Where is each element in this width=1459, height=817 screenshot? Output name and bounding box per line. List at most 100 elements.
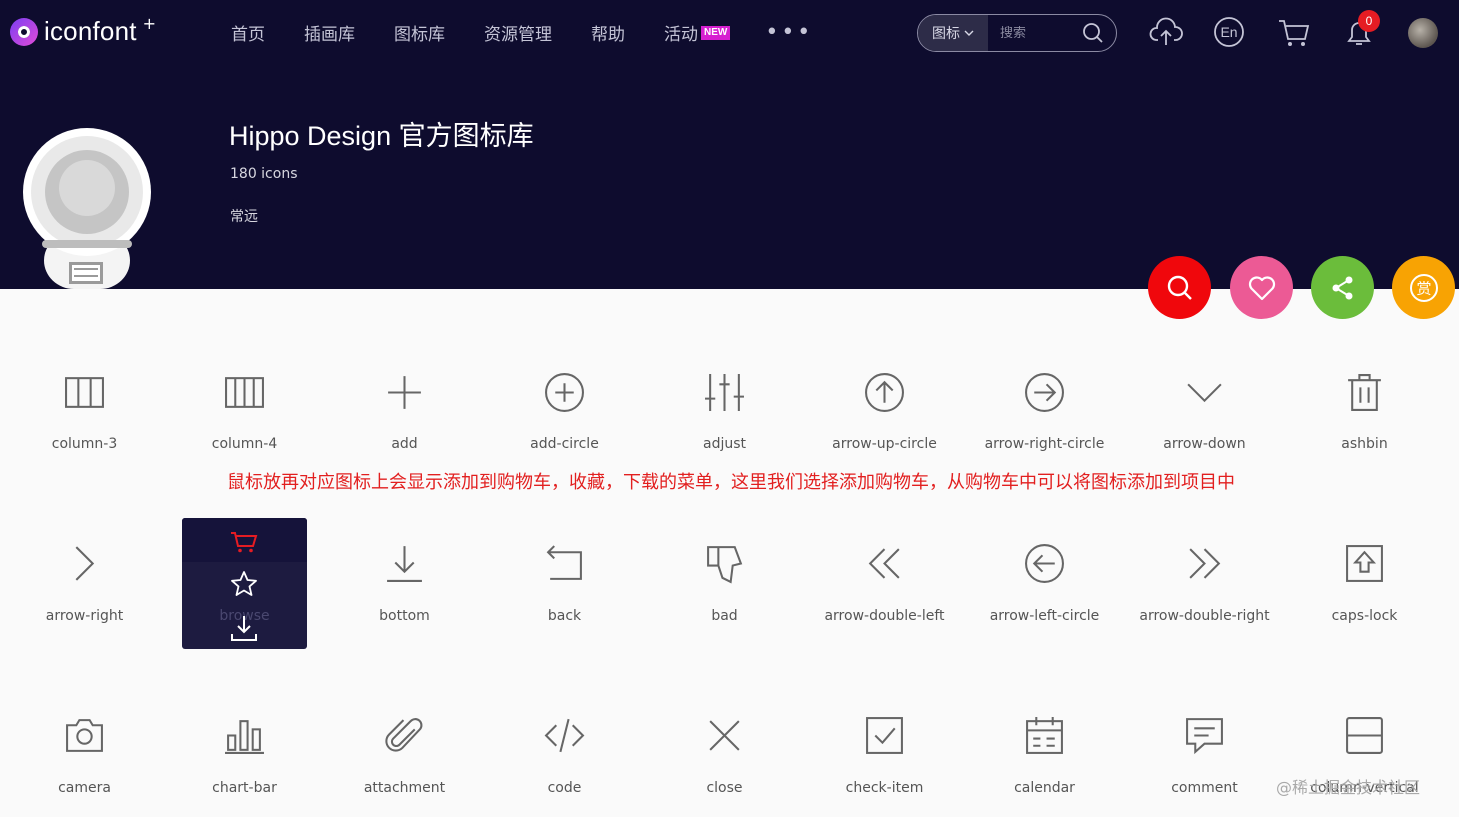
- icon-card-browse-hover[interactable]: browse: [182, 518, 307, 649]
- adjust-icon: [705, 374, 744, 411]
- search-icon[interactable]: [1082, 22, 1104, 44]
- icon-card-camera[interactable]: camera: [22, 688, 147, 817]
- annotation-text: 鼠标放再对应图标上会显示添加到购物车，收藏，下载的菜单，这里我们选择添加购物车，…: [227, 472, 1235, 493]
- reward-fab-button[interactable]: 赏: [1392, 256, 1455, 319]
- icon-label: column-3: [51, 436, 118, 452]
- arrow-right-circle-icon: [1025, 373, 1064, 412]
- nav-icon-library[interactable]: 图标库: [394, 20, 445, 45]
- icon-card-chart-bar[interactable]: chart-bar: [182, 688, 307, 817]
- icon-label: bottom: [379, 608, 430, 624]
- icon-label: back: [547, 608, 582, 624]
- icon-label: arrow-right: [45, 608, 124, 624]
- icon-label: check-item: [845, 780, 924, 796]
- icon-label: arrow-double-right: [1139, 608, 1270, 624]
- arrow-double-left-icon: [868, 548, 900, 579]
- icon-card-calendar[interactable]: calendar: [982, 688, 1107, 817]
- nav-resource-management[interactable]: 资源管理: [484, 20, 552, 45]
- icon-label: camera: [58, 780, 111, 796]
- icon-card-column-3[interactable]: column-3: [22, 350, 147, 481]
- reward-label: 赏: [1416, 279, 1431, 297]
- icon-card-add[interactable]: add: [342, 350, 467, 481]
- user-avatar[interactable]: [1408, 18, 1438, 48]
- comment-icon: [1186, 718, 1223, 755]
- icon-card-back[interactable]: back: [502, 518, 627, 649]
- icon-label: adjust: [702, 436, 746, 452]
- icon-label: arrow-up-circle: [832, 436, 937, 452]
- new-badge: NEW: [701, 25, 731, 40]
- icon-card-bottom[interactable]: bottom: [342, 518, 467, 649]
- icon-card-add-circle[interactable]: add-circle: [502, 350, 627, 481]
- icon-label: add: [391, 436, 418, 452]
- language-en-icon[interactable]: En: [1213, 16, 1245, 48]
- favorite-star-icon[interactable]: [230, 570, 258, 598]
- nav-illustrations[interactable]: 插画库: [304, 20, 355, 45]
- icon-card-column-4[interactable]: column-4: [182, 350, 307, 481]
- icon-label: arrow-left-circle: [989, 608, 1100, 624]
- attachment-icon: [385, 718, 423, 752]
- icon-card-ashbin[interactable]: ashbin: [1302, 350, 1427, 481]
- cart-icon[interactable]: [1277, 16, 1311, 48]
- close-icon: [709, 720, 740, 751]
- bad-icon: [707, 546, 743, 584]
- icon-label: attachment: [363, 780, 446, 796]
- notification-bell-icon[interactable]: 0: [1343, 10, 1380, 48]
- icon-card-arrow-left-circle[interactable]: arrow-left-circle: [982, 518, 1107, 649]
- icon-card-attachment[interactable]: attachment: [342, 688, 467, 817]
- icon-card-arrow-double-right[interactable]: arrow-double-right: [1139, 518, 1270, 649]
- favorite-fab-button[interactable]: [1230, 256, 1293, 319]
- icon-label: ashbin: [1341, 436, 1388, 452]
- search-fab-button[interactable]: [1148, 256, 1211, 319]
- icon-card-arrow-right-circle[interactable]: arrow-right-circle: [982, 350, 1107, 481]
- upload-icon[interactable]: [1149, 16, 1183, 48]
- icon-label: caps-lock: [1331, 608, 1398, 624]
- icon-card-check-item[interactable]: check-item: [822, 688, 947, 817]
- nav-activities[interactable]: 活动 NEW: [664, 20, 731, 45]
- icon-label: arrow-down: [1163, 436, 1246, 452]
- page-header: iconfont + 首页 插画库 图标库 资源管理 帮助 活动 NEW •••…: [0, 0, 1459, 289]
- download-icon[interactable]: [230, 614, 258, 642]
- watermark: @稀土掘金技术社区: [1276, 778, 1421, 797]
- camera-icon: [66, 719, 103, 752]
- icon-label: add-circle: [530, 436, 599, 452]
- more-menu-button[interactable]: •••: [765, 20, 813, 45]
- library-author[interactable]: 常远: [230, 206, 258, 226]
- calendar-icon: [1026, 717, 1063, 754]
- caps-lock-icon: [1346, 545, 1383, 582]
- icon-card-bad[interactable]: bad: [662, 518, 787, 649]
- icon-card-arrow-double-left[interactable]: arrow-double-left: [822, 518, 947, 649]
- search-type-label: 图标: [932, 26, 960, 42]
- search-input[interactable]: [988, 25, 1078, 41]
- check-item-icon: [866, 717, 903, 754]
- add-circle-icon: [545, 373, 584, 412]
- search-bar: 图标: [917, 14, 1117, 52]
- nav-help[interactable]: 帮助: [591, 20, 625, 45]
- chevron-down-icon: [964, 30, 974, 36]
- icon-card-arrow-down[interactable]: arrow-down: [1142, 350, 1267, 481]
- iconfont-logo[interactable]: iconfont +: [10, 14, 157, 47]
- share-fab-button[interactable]: [1311, 256, 1374, 319]
- nav-home[interactable]: 首页: [231, 20, 265, 45]
- icon-label: calendar: [1014, 780, 1075, 796]
- icon-card-code[interactable]: code: [502, 688, 627, 817]
- bottom-icon: [387, 546, 422, 582]
- icon-label: close: [706, 780, 743, 796]
- icon-card-adjust[interactable]: adjust: [662, 350, 787, 481]
- icon-card-comment[interactable]: comment: [1142, 688, 1267, 817]
- arrow-double-right-icon: [1189, 548, 1221, 579]
- icon-card-caps-lock[interactable]: caps-lock: [1302, 518, 1427, 649]
- icon-card-arrow-right[interactable]: arrow-right: [22, 518, 147, 649]
- icon-card-arrow-up-circle[interactable]: arrow-up-circle: [822, 350, 947, 481]
- arrow-right-icon: [75, 546, 95, 581]
- main-nav: 首页 插画库 图标库 资源管理 帮助 活动 NEW •••: [231, 20, 813, 45]
- arrow-left-circle-icon: [1025, 544, 1064, 583]
- search-type-select[interactable]: 图标: [918, 15, 988, 51]
- icon-label: code: [547, 780, 582, 796]
- share-icon: [1332, 276, 1352, 299]
- icon-card-close[interactable]: close: [662, 688, 787, 817]
- arrow-down-icon: [1187, 383, 1222, 403]
- column-3-icon: [65, 377, 104, 408]
- add-to-cart-icon[interactable]: [230, 530, 258, 554]
- icon-label: column-4: [211, 436, 278, 452]
- logo-plus: +: [142, 14, 157, 33]
- icon-label: bad: [711, 608, 738, 624]
